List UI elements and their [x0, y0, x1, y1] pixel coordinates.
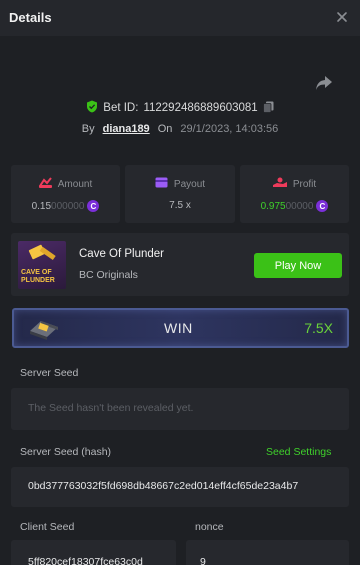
game-name: Cave Of Plunder: [79, 248, 165, 260]
profit-value-main: 0.975: [260, 200, 286, 212]
bet-author-row: By diana189 On 29/1/2023, 14:03:56: [0, 121, 360, 137]
nonce-label: nonce: [195, 521, 224, 533]
coin-icon: C: [316, 200, 329, 212]
game-provider: BC Originals: [79, 269, 138, 281]
server-seed-label: Server Seed: [20, 367, 79, 379]
result-multiplier: 7.5X: [304, 320, 333, 336]
game-thumbnail[interactable]: CAVE OF PLUNDER: [18, 241, 66, 289]
username-link[interactable]: diana189: [103, 123, 150, 135]
seed-settings-link[interactable]: Seed Settings: [266, 446, 331, 458]
server-seed-hash-field[interactable]: 0bd377763032f5fd698db48667c2ed014eff4cf6…: [11, 467, 349, 507]
copy-icon[interactable]: [262, 101, 274, 116]
by-label: By: [81, 123, 95, 135]
close-icon[interactable]: [334, 9, 350, 25]
on-label: On: [157, 123, 173, 135]
profit-value-dim: 00000: [285, 200, 314, 212]
payout-card: Payout 7.5 x: [125, 165, 235, 223]
client-seed-value: 5ff820cef18307fce63c0d: [28, 556, 143, 565]
amount-value-main: 0.15: [31, 200, 52, 212]
profit-value: 0.97500000: [261, 201, 314, 212]
server-seed-placeholder: The Seed hasn't been revealed yet.: [28, 402, 194, 414]
bet-id-label: Bet ID:: [103, 102, 139, 114]
nonce-field[interactable]: 9: [186, 540, 349, 565]
result-banner: WIN 7.5X: [12, 308, 349, 348]
client-seed-label: Client Seed: [20, 521, 75, 533]
nonce-value: 9: [200, 556, 206, 565]
server-seed-hash-label: Server Seed (hash): [20, 446, 112, 458]
amount-value: 0.15000000: [32, 201, 85, 212]
game-thumbnail-text: CAVE OF PLUNDER: [21, 269, 55, 284]
payout-value: 7.5 x: [169, 200, 191, 211]
amount-label: Amount: [57, 178, 93, 190]
bet-datetime: 29/1/2023, 14:03:56: [180, 123, 279, 135]
result-label: WIN: [164, 320, 193, 336]
game-card: CAVE OF PLUNDER Cave Of Plunder BC Origi…: [11, 233, 349, 296]
coin-icon: C: [87, 200, 100, 212]
payout-label: Payout: [173, 178, 206, 190]
client-seed-field[interactable]: 5ff820cef18307fce63c0d: [11, 540, 176, 565]
modal-title: Details: [9, 10, 52, 25]
modal-header: Details: [0, 0, 360, 36]
play-now-button[interactable]: Play Now: [254, 253, 342, 278]
amount-icon: [38, 177, 52, 191]
wallet-icon: [155, 177, 168, 191]
share-icon[interactable]: [314, 74, 334, 92]
profit-card: Profit 0.97500000 C: [240, 165, 349, 223]
profit-icon: [272, 177, 287, 191]
bet-id-value: 112292486889603081: [143, 102, 258, 114]
server-seed-hash-value: 0bd377763032f5fd698db48667c2ed014eff4cf6…: [28, 480, 299, 492]
amount-value-dim: 000000: [51, 200, 85, 212]
result-icon: [27, 315, 61, 341]
amount-card: Amount 0.15000000 C: [11, 165, 120, 223]
server-seed-field[interactable]: The Seed hasn't been revealed yet.: [11, 388, 349, 430]
bet-id-row: Bet ID: 112292486889603081: [0, 99, 360, 117]
shield-check-icon: [86, 100, 98, 116]
profit-label: Profit: [292, 178, 317, 190]
